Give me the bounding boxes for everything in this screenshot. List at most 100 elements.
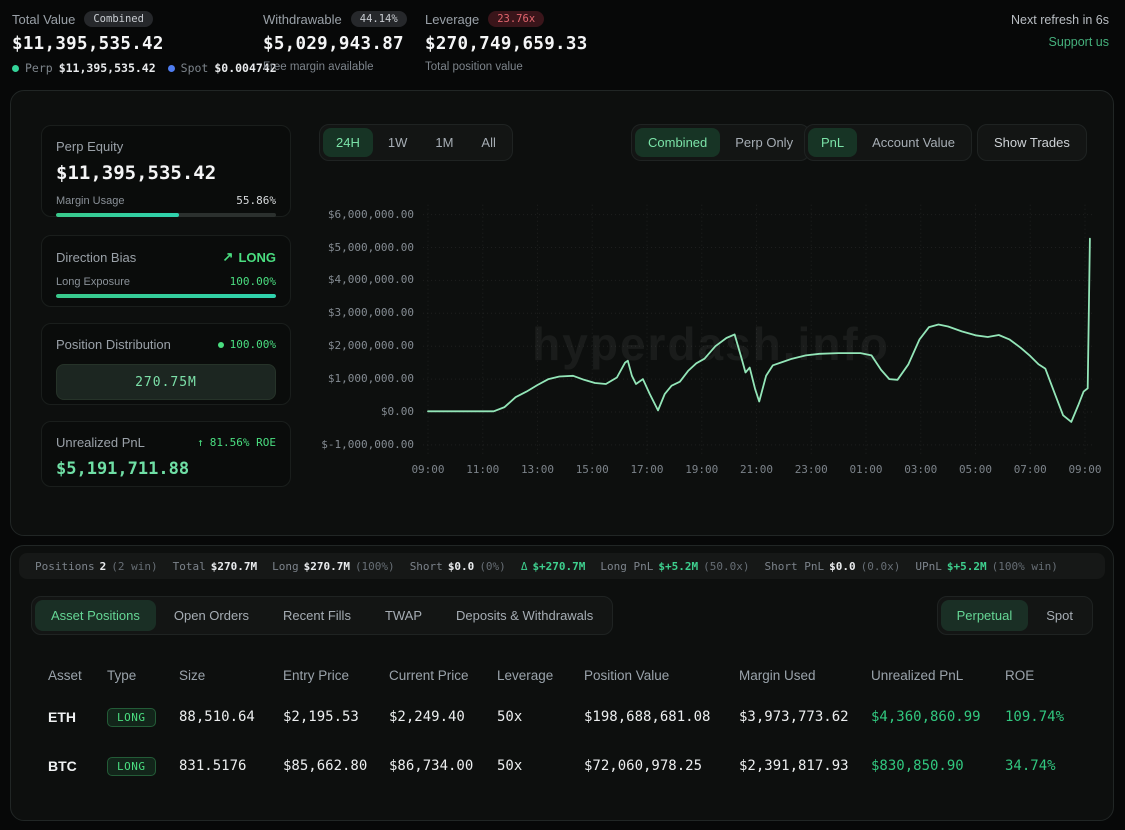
positions-summary-bar: Positions2(2 win)Total$270.7MLong$270.7M… (19, 553, 1105, 579)
refresh-countdown: Next refresh in 6s (1011, 13, 1109, 27)
perp-label: Perp (25, 61, 53, 75)
asset-cell: BTC (48, 758, 107, 774)
position-distribution-title: Position Distribution (56, 337, 171, 352)
table-header-row: AssetTypeSizeEntry PriceCurrent PriceLev… (11, 658, 1107, 692)
withdrawable-pct-badge: 44.14% (351, 11, 407, 27)
column-header-current-price: Current Price (389, 668, 497, 683)
column-header-asset: Asset (48, 668, 107, 683)
distribution-dot-icon (218, 342, 224, 348)
mode-combined[interactable]: Combined (635, 128, 720, 157)
trend-up-icon: ↗ (223, 249, 234, 265)
watermark-text: hyperdash.info (311, 317, 1111, 371)
long-exposure-track (56, 294, 276, 298)
current-price-cell: $2,249.40 (389, 709, 497, 725)
perp-equity-card: Perp Equity $11,395,535.42 Margin Usage … (41, 125, 291, 217)
margin-used-cell: $2,391,817.93 (739, 758, 871, 774)
total-value: $11,395,535.42 (12, 34, 277, 54)
y-tick-label: $-1,000,000.00 (244, 438, 414, 451)
y-tick-label: $5,000,000.00 (244, 241, 414, 254)
market-spot[interactable]: Spot (1030, 600, 1089, 631)
perp-value: $11,395,535.42 (59, 61, 156, 75)
summary-segment-long-pnl: Long PnL$+5.2M(50.0x) (600, 560, 749, 573)
tab-recent-fills[interactable]: Recent Fills (267, 600, 367, 631)
summary-segment-positions: Positions2(2 win) (35, 560, 158, 573)
leverage-subtitle: Total position value (425, 61, 588, 73)
column-header-unrealized-pnl: Unrealized PnL (871, 668, 1005, 683)
leverage-value: $270,749,659.33 (425, 34, 588, 54)
summary-segment-total: Total$270.7M (173, 560, 257, 573)
unrealized-pnl-title: Unrealized PnL (56, 435, 145, 450)
arrow-up-icon: ↑ (197, 436, 204, 449)
position-value-cell: $72,060,978.25 (584, 758, 739, 774)
position-distribution-card: Position Distribution 100.00% 270.75M (41, 323, 291, 405)
long-exposure-label: Long Exposure (56, 276, 130, 288)
range-24h[interactable]: 24H (323, 128, 373, 157)
leverage-cell: 50x (497, 709, 584, 725)
unrealized-pnl-card: Unrealized PnL ↑ 81.56% ROE $5,191,711.8… (41, 421, 291, 487)
tab-deposits-withdrawals[interactable]: Deposits & Withdrawals (440, 600, 609, 631)
unrealized-pnl-cell: $4,360,860.99 (871, 709, 1005, 725)
entry-price-cell: $2,195.53 (283, 709, 389, 725)
y-tick-label: $3,000,000.00 (244, 306, 414, 319)
total-value-label: Total Value (12, 12, 75, 27)
y-tick-label: $6,000,000.00 (244, 208, 414, 221)
current-price-cell: $86,734.00 (389, 758, 497, 774)
market-perpetual[interactable]: Perpetual (941, 600, 1029, 631)
leverage-cell: 50x (497, 758, 584, 774)
long-badge: LONG (107, 708, 156, 727)
x-tick-label: 17:00 (619, 463, 675, 476)
x-tick-label: 03:00 (893, 463, 949, 476)
long-exposure-fill (56, 294, 276, 298)
withdrawable-subtitle: Free margin available (263, 61, 407, 73)
margin-usage-track (56, 213, 276, 217)
margin-usage-fill (56, 213, 179, 217)
x-tick-label: 13:00 (510, 463, 566, 476)
summary-segment-short: Short$0.0(0%) (410, 560, 506, 573)
column-header-margin-used: Margin Used (739, 668, 871, 683)
entry-price-cell: $85,662.80 (283, 758, 389, 774)
market-toggle: PerpetualSpot (937, 596, 1093, 635)
support-us-link[interactable]: Support us (1011, 35, 1109, 49)
pnl-series-line (428, 239, 1090, 422)
range-1w[interactable]: 1W (375, 128, 421, 157)
unrealized-pnl-cell: $830,850.90 (871, 758, 1005, 774)
x-tick-label: 11:00 (455, 463, 511, 476)
leverage-label: Leverage (425, 12, 479, 27)
y-tick-label: $0.00 (244, 405, 414, 418)
table-body: ETHLONG88,510.64$2,195.53$2,249.4050x$19… (11, 693, 1107, 790)
tab-open-orders[interactable]: Open Orders (158, 600, 265, 631)
tab-twap[interactable]: TWAP (369, 600, 438, 631)
range-1m[interactable]: 1M (422, 128, 466, 157)
leverage-group: Leverage 23.76x $270,749,659.33 Total po… (425, 11, 588, 73)
combined-badge: Combined (84, 11, 153, 27)
margin-usage-label: Margin Usage (56, 195, 124, 207)
pnl-account-toggle: PnLAccount Value (804, 124, 972, 161)
margin-used-cell: $3,973,773.62 (739, 709, 871, 725)
metric-account-value[interactable]: Account Value (859, 128, 968, 157)
tab-asset-positions[interactable]: Asset Positions (35, 600, 156, 631)
column-header-type: Type (107, 668, 179, 683)
perp-equity-value: $11,395,535.42 (56, 162, 276, 184)
mode-perp-only[interactable]: Perp Only (722, 128, 806, 157)
range-all[interactable]: All (468, 128, 508, 157)
unrealized-pnl-value: $5,191,711.88 (56, 459, 276, 479)
position-row-eth[interactable]: ETHLONG88,510.64$2,195.53$2,249.4050x$19… (11, 693, 1107, 741)
distribution-value: 270.75M (135, 375, 197, 390)
position-row-btc[interactable]: BTCLONG831.5176$85,662.80$86,734.0050x$7… (11, 742, 1107, 790)
spot-label: Spot (181, 61, 209, 75)
y-tick-label: $4,000,000.00 (244, 273, 414, 286)
y-tick-label: $1,000,000.00 (244, 372, 414, 385)
withdrawable-value: $5,029,943.87 (263, 34, 407, 54)
direction-bias-title: Direction Bias (56, 250, 136, 265)
x-tick-label: 01:00 (838, 463, 894, 476)
positions-table: AssetTypeSizeEntry PriceCurrent PriceLev… (11, 658, 1107, 790)
x-tick-label: 15:00 (564, 463, 620, 476)
spot-dot-icon (168, 65, 175, 72)
x-tick-label: 09:00 (1057, 463, 1113, 476)
summary-segment-short-pnl: Short PnL$0.0(0.0x) (765, 560, 901, 573)
withdrawable-group: Withdrawable 44.14% $5,029,943.87 Free m… (263, 11, 407, 73)
distribution-value-box[interactable]: 270.75M (56, 364, 276, 400)
show-trades-button[interactable]: Show Trades (977, 124, 1087, 161)
metric-pnl[interactable]: PnL (808, 128, 857, 157)
column-header-leverage: Leverage (497, 668, 584, 683)
